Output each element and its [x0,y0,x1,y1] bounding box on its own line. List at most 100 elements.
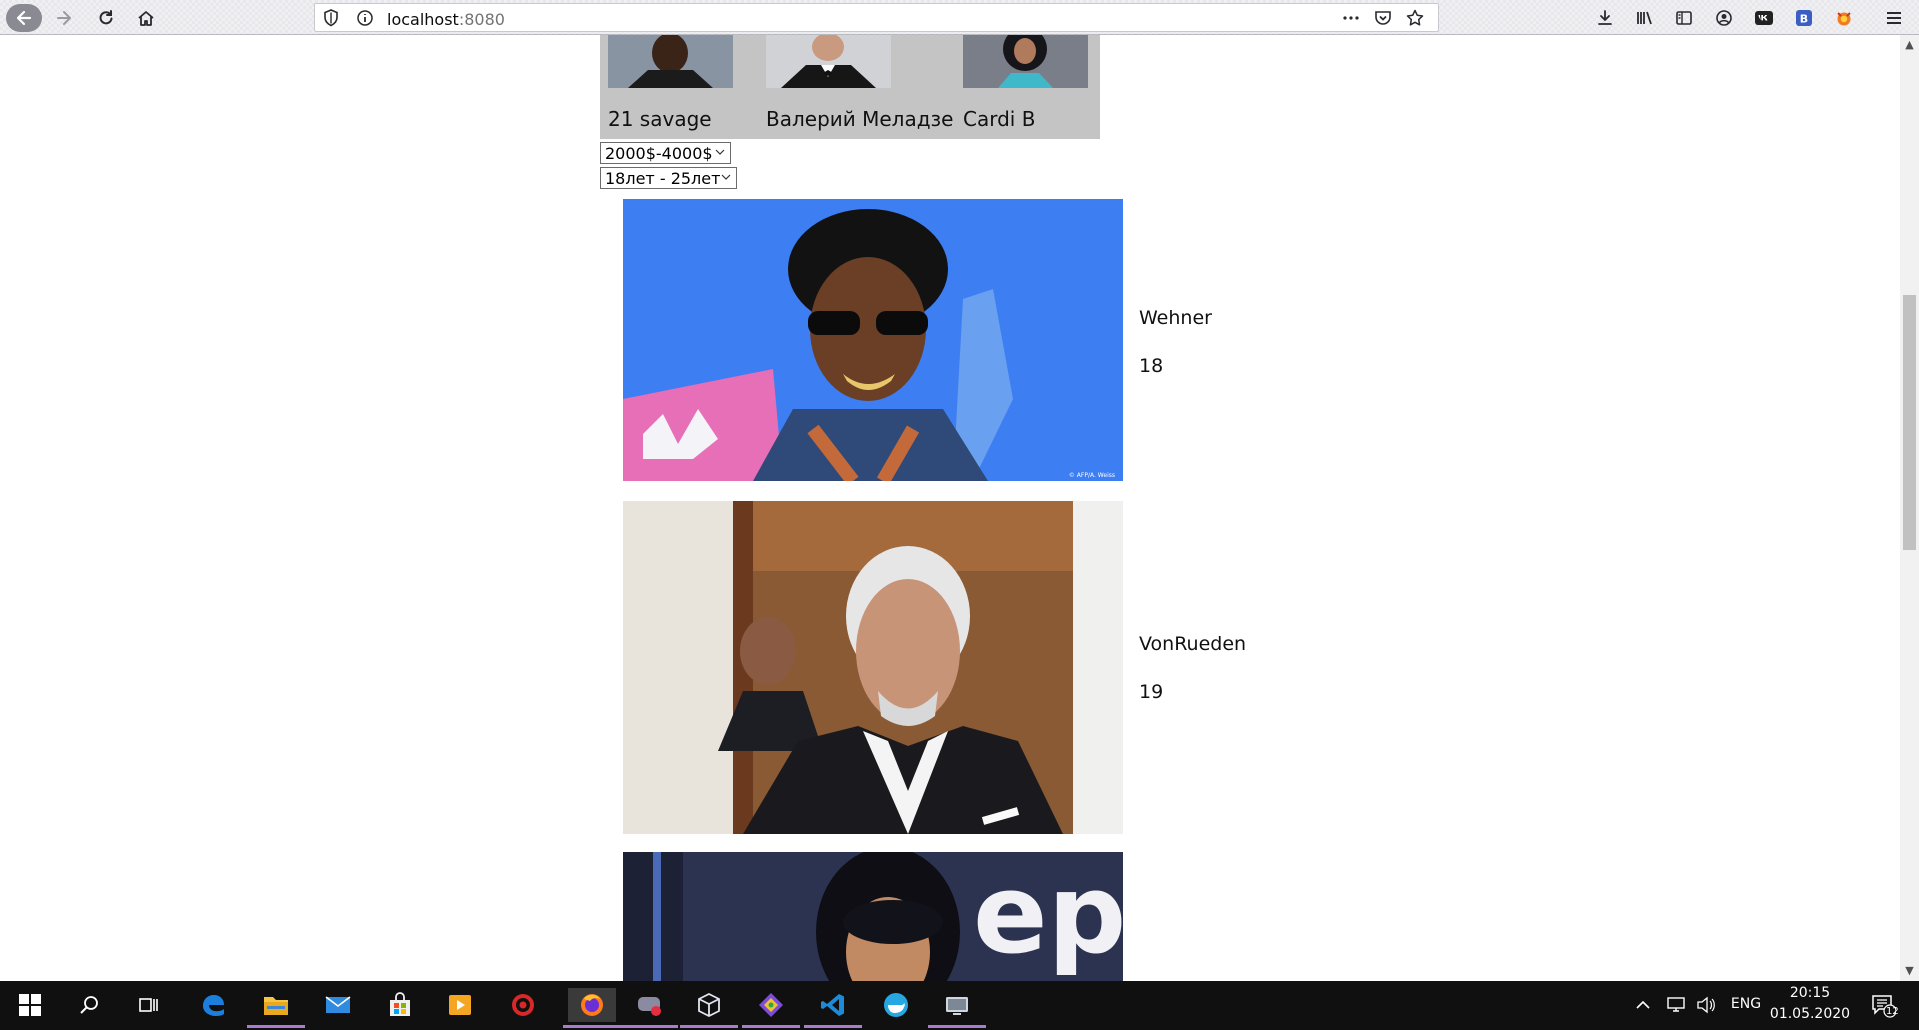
mail-app[interactable] [321,988,355,1022]
chevron-down-icon [715,149,725,155]
library-icon [1637,11,1652,25]
vk-extension-button[interactable] [1750,4,1778,32]
clock-time[interactable]: 20:15 [1768,985,1852,1001]
url-text: localhost:8080 [387,10,505,29]
clock-date[interactable]: 01.05.2020 [1768,1006,1852,1022]
b-extension-button[interactable]: B [1790,4,1818,32]
cube-icon [698,992,720,1018]
account-button[interactable] [1710,4,1738,32]
card-photo[interactable] [623,501,1123,834]
task-view-button[interactable] [132,988,166,1022]
screenshot-app[interactable] [928,988,986,1028]
carousel-photo-meladze[interactable] [766,35,891,88]
scroll-up-icon[interactable]: ▲ [1904,39,1915,50]
running-indicator [620,1025,678,1028]
store-app[interactable] [383,988,417,1022]
portrait-photo-icon: © AFP/A. Weiss [623,199,1123,481]
sidebar-button[interactable] [1670,4,1698,32]
docker-app[interactable] [879,988,913,1022]
person-photo-icon [963,35,1088,88]
carousel-label: Cardi B [963,107,1036,131]
person-photo-icon [608,35,733,88]
media-player-icon [449,995,471,1015]
media-player-app[interactable] [443,988,477,1022]
action-center-button[interactable]: 12 [1866,988,1900,1022]
page-scrollbar[interactable]: ▲ ▼ [1900,35,1919,981]
browser-toolbar: localhost:8080 B [0,0,1919,35]
game-app[interactable] [620,988,678,1028]
downloads-button[interactable] [1591,4,1619,32]
search-icon [80,996,98,1014]
windows-logo-icon [19,994,41,1016]
fox-extension-button[interactable] [1830,4,1858,32]
back-button[interactable] [6,4,42,32]
more-actions-icon[interactable] [1341,8,1361,28]
folder-icon [264,997,288,1015]
chevron-down-icon [721,174,731,180]
diamond-icon [759,993,783,1017]
card-name: Wehner [1139,307,1212,329]
reload-icon [99,10,113,25]
library-button[interactable] [1631,4,1659,32]
edge-icon [203,995,224,1016]
salary-filter-value: 2000$-4000$ [605,144,713,163]
speaker-icon [1697,996,1715,1014]
card-age: 19 [1139,681,1164,703]
page-viewport: 21 savage Валерий Меладзе Cardi B 2000$-… [0,35,1900,981]
firefox-icon [581,994,603,1016]
bookmark-star-icon[interactable] [1405,8,1425,28]
b-letter-icon: B [1796,10,1812,26]
artist-carousel: 21 savage Валерий Меладзе Cardi B [600,35,1100,139]
tray-overflow-button[interactable] [1632,988,1654,1022]
docker-whale-icon [884,993,908,1017]
file-explorer-app[interactable] [247,988,305,1028]
home-button[interactable] [132,4,160,32]
antivirus-app[interactable] [506,988,540,1022]
pocket-icon[interactable] [1373,8,1393,28]
arrow-left-icon [16,10,32,26]
volume-button[interactable] [1694,988,1718,1022]
network-button[interactable] [1664,988,1688,1022]
hamburger-menu-icon [1887,12,1901,24]
firefox-app[interactable] [563,988,621,1028]
card-photo[interactable]: ep [623,852,1123,981]
salary-filter-select[interactable]: 2000$-4000$ [600,142,731,164]
sourcetree-app[interactable] [742,988,800,1028]
carousel-photo-cardi-b[interactable] [963,35,1088,88]
input-language-button[interactable]: ENG [1726,996,1766,1012]
store-bag-icon [390,992,410,1016]
url-port: :8080 [458,10,505,29]
search-button[interactable] [72,988,106,1022]
carousel-photo-21-savage[interactable] [608,35,733,88]
running-indicator [928,1025,986,1028]
portrait-photo-icon [623,501,1123,834]
vscode-app[interactable] [804,988,862,1028]
running-indicator [247,1025,305,1028]
card-photo[interactable]: © AFP/A. Weiss [623,199,1123,481]
address-bar[interactable]: localhost:8080 [314,3,1439,32]
scroll-thumb[interactable] [1903,295,1916,550]
home-icon [138,11,154,26]
start-button[interactable] [13,988,47,1022]
forward-button[interactable] [50,4,78,32]
edge-app[interactable] [196,988,230,1022]
photo-caption: © AFP/A. Weiss [1069,472,1115,479]
vscode-icon [821,994,844,1016]
portrait-photo-icon: ep [623,852,1123,981]
download-icon [1598,10,1612,25]
running-indicator [680,1025,738,1028]
notification-count: 12 [1886,1006,1899,1017]
card-name: VonRueden [1139,633,1247,655]
age-filter-select[interactable]: 18лет - 25лет [600,167,737,189]
backdrop-letters: ep [973,852,1123,978]
reload-button[interactable] [92,4,120,32]
task-view-icon [139,998,158,1012]
virtualbox-app[interactable] [680,988,738,1028]
chevron-up-icon [1636,1000,1650,1009]
menu-button[interactable] [1880,4,1908,32]
info-icon[interactable] [355,8,375,28]
svg-text:B: B [1800,13,1808,26]
shield-icon[interactable] [321,8,341,28]
running-indicator [742,1025,800,1028]
scroll-down-icon[interactable]: ▼ [1904,965,1915,976]
